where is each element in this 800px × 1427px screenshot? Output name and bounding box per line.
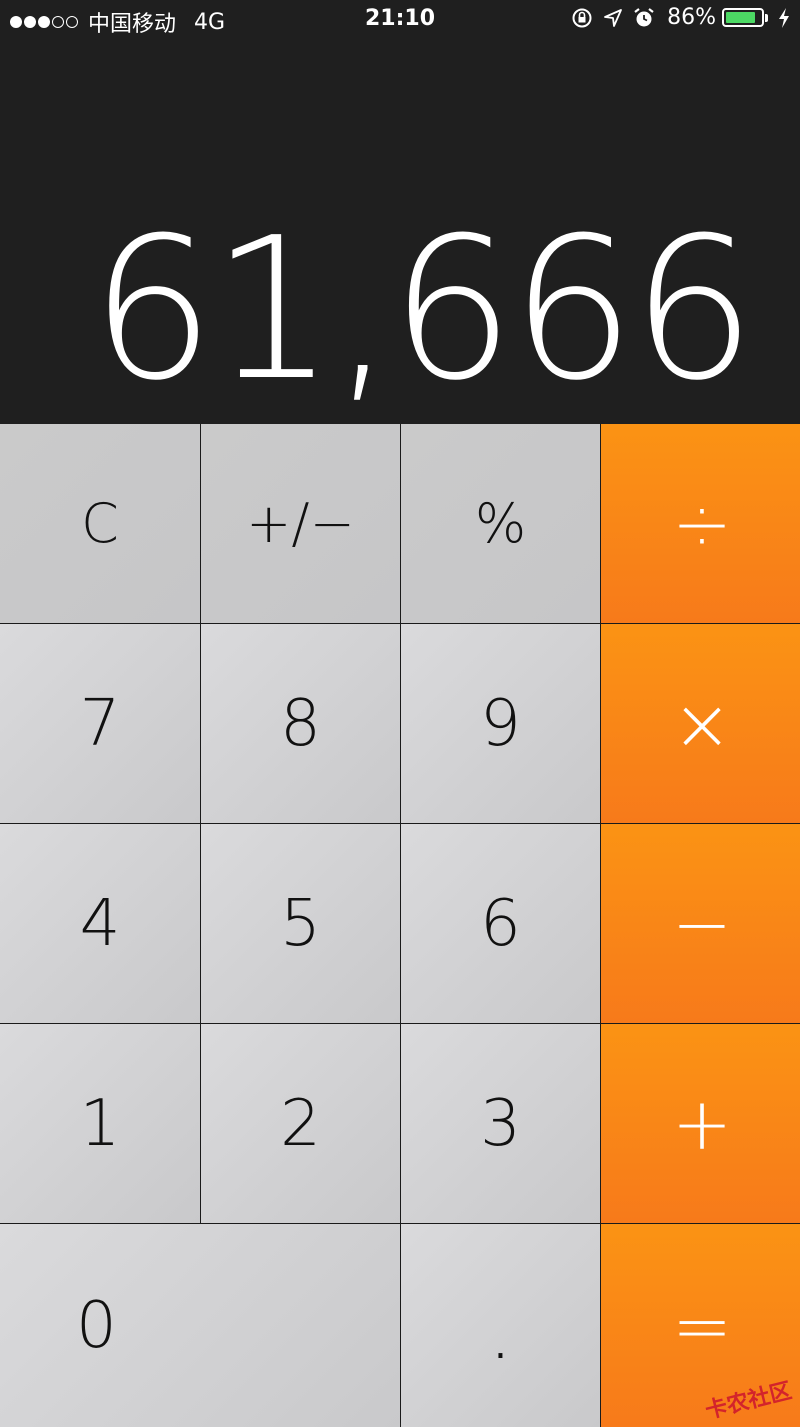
battery-percentage: 86% <box>667 5 716 30</box>
calculator-display: 61,666 <box>0 40 800 424</box>
add-button[interactable]: + <box>601 1024 800 1223</box>
battery-cap <box>765 14 768 22</box>
orientation-lock-icon <box>571 7 593 29</box>
battery-icon <box>722 8 764 27</box>
digit-5-button[interactable]: 5 <box>201 824 400 1023</box>
digit-1-button[interactable]: 1 <box>0 1024 200 1223</box>
digit-4-button[interactable]: 4 <box>0 824 200 1023</box>
alarm-clock-icon <box>633 7 655 29</box>
battery-fill <box>726 12 755 23</box>
digit-7-button[interactable]: 7 <box>0 624 200 823</box>
display-value: 61,666 <box>90 190 752 430</box>
clear-button[interactable]: C <box>0 424 200 623</box>
charging-bolt-icon <box>778 8 790 28</box>
multiply-button[interactable]: × <box>601 624 800 823</box>
location-arrow-icon <box>603 8 623 28</box>
digit-0-button[interactable]: 0 <box>0 1224 400 1427</box>
digit-9-button[interactable]: 9 <box>401 624 600 823</box>
divide-button[interactable]: ÷ <box>601 424 800 623</box>
digit-3-button[interactable]: 3 <box>401 1024 600 1223</box>
percent-button[interactable]: % <box>401 424 600 623</box>
calculator-keypad: C +/− % ÷ 7 8 9 × 4 5 6 − 1 2 3 + 0 . = <box>0 424 800 1423</box>
subtract-button[interactable]: − <box>601 824 800 1023</box>
status-right: 86% <box>561 5 790 30</box>
digit-8-button[interactable]: 8 <box>201 624 400 823</box>
decimal-button[interactable]: . <box>401 1224 600 1427</box>
digit-2-button[interactable]: 2 <box>201 1024 400 1223</box>
status-bar: 中国移动 4G 21:10 86% <box>0 0 800 40</box>
digit-6-button[interactable]: 6 <box>401 824 600 1023</box>
plus-minus-button[interactable]: +/− <box>201 424 400 623</box>
